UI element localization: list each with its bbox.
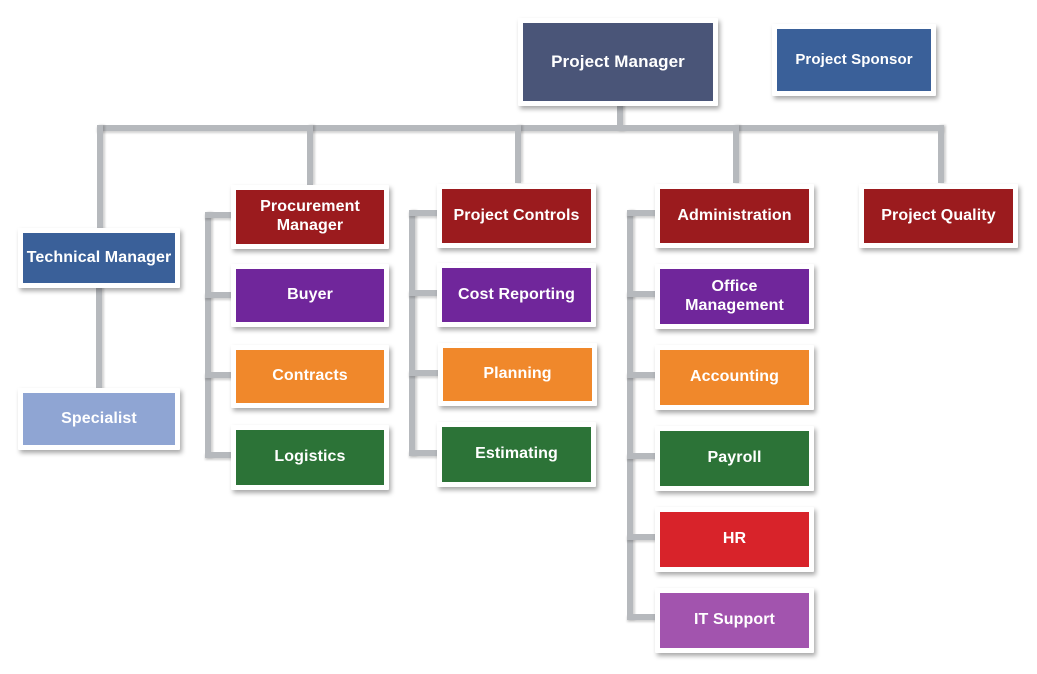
- node-contracts[interactable]: Contracts: [231, 345, 389, 408]
- node-logistics-label: Logistics: [236, 430, 384, 485]
- node-buyer-label: Buyer: [236, 269, 384, 322]
- connector-spine-controls: [409, 210, 415, 456]
- node-planning-label: Planning: [443, 348, 592, 401]
- node-project-sponsor-label: Project Sponsor: [777, 29, 931, 91]
- node-office-management-label: Office Management: [660, 269, 809, 324]
- connector-technical-specialist: [96, 286, 102, 390]
- connector-drop-procurement: [307, 125, 313, 185]
- node-estimating[interactable]: Estimating: [437, 422, 596, 487]
- connector-stub-it-support: [627, 534, 657, 540]
- connector-drop-controls: [515, 125, 521, 183]
- node-specialist-label: Specialist: [23, 393, 175, 445]
- node-buyer[interactable]: Buyer: [231, 264, 389, 327]
- node-project-controls-label: Project Controls: [442, 189, 591, 243]
- node-cost-reporting-label: Cost Reporting: [442, 268, 591, 322]
- node-project-quality[interactable]: Project Quality: [859, 184, 1018, 248]
- node-accounting-label: Accounting: [660, 350, 809, 405]
- node-office-management[interactable]: Office Management: [655, 264, 814, 329]
- node-project-manager[interactable]: Project Manager: [518, 18, 718, 106]
- node-project-controls[interactable]: Project Controls: [437, 184, 596, 248]
- connector-stub-controls-last: [409, 450, 439, 456]
- node-logistics[interactable]: Logistics: [231, 425, 389, 490]
- connector-stub-office-management: [627, 210, 657, 216]
- node-administration-label: Administration: [660, 189, 809, 243]
- node-project-quality-label: Project Quality: [864, 189, 1013, 243]
- connector-stub-accounting: [627, 291, 657, 297]
- node-cost-reporting[interactable]: Cost Reporting: [437, 263, 596, 327]
- node-technical-manager-label: Technical Manager: [23, 233, 175, 283]
- node-contracts-label: Contracts: [236, 350, 384, 403]
- connector-stub-estimating: [409, 370, 439, 376]
- connector-spine-procurement: [205, 212, 211, 458]
- connector-stub-administration-last: [627, 614, 657, 620]
- org-chart: Project Manager Project Sponsor Technica…: [0, 0, 1037, 674]
- node-planning[interactable]: Planning: [438, 343, 597, 406]
- node-specialist[interactable]: Specialist: [18, 388, 180, 450]
- connector-stub-cost-reporting: [409, 210, 439, 216]
- node-technical-manager[interactable]: Technical Manager: [18, 228, 180, 288]
- connector-drop-quality: [938, 125, 944, 183]
- connector-stub-payroll: [627, 372, 657, 378]
- node-it-support[interactable]: IT Support: [655, 588, 814, 653]
- node-accounting[interactable]: Accounting: [655, 345, 814, 410]
- node-estimating-label: Estimating: [442, 427, 591, 482]
- node-payroll-label: Payroll: [660, 431, 809, 486]
- node-payroll[interactable]: Payroll: [655, 426, 814, 491]
- connector-drop-technical: [97, 125, 103, 233]
- node-hr[interactable]: HR: [655, 507, 814, 572]
- connector-spine-administration: [627, 210, 633, 620]
- node-project-sponsor[interactable]: Project Sponsor: [772, 24, 936, 96]
- node-hr-label: HR: [660, 512, 809, 567]
- connector-stub-hr: [627, 453, 657, 459]
- connector-stub-planning: [409, 290, 439, 296]
- node-administration[interactable]: Administration: [655, 184, 814, 248]
- connector-drop-administration: [733, 125, 739, 183]
- node-procurement-manager-label: Procurement Manager: [236, 190, 384, 244]
- node-procurement-manager[interactable]: Procurement Manager: [231, 185, 389, 249]
- node-project-manager-label: Project Manager: [523, 23, 713, 101]
- node-it-support-label: IT Support: [660, 593, 809, 648]
